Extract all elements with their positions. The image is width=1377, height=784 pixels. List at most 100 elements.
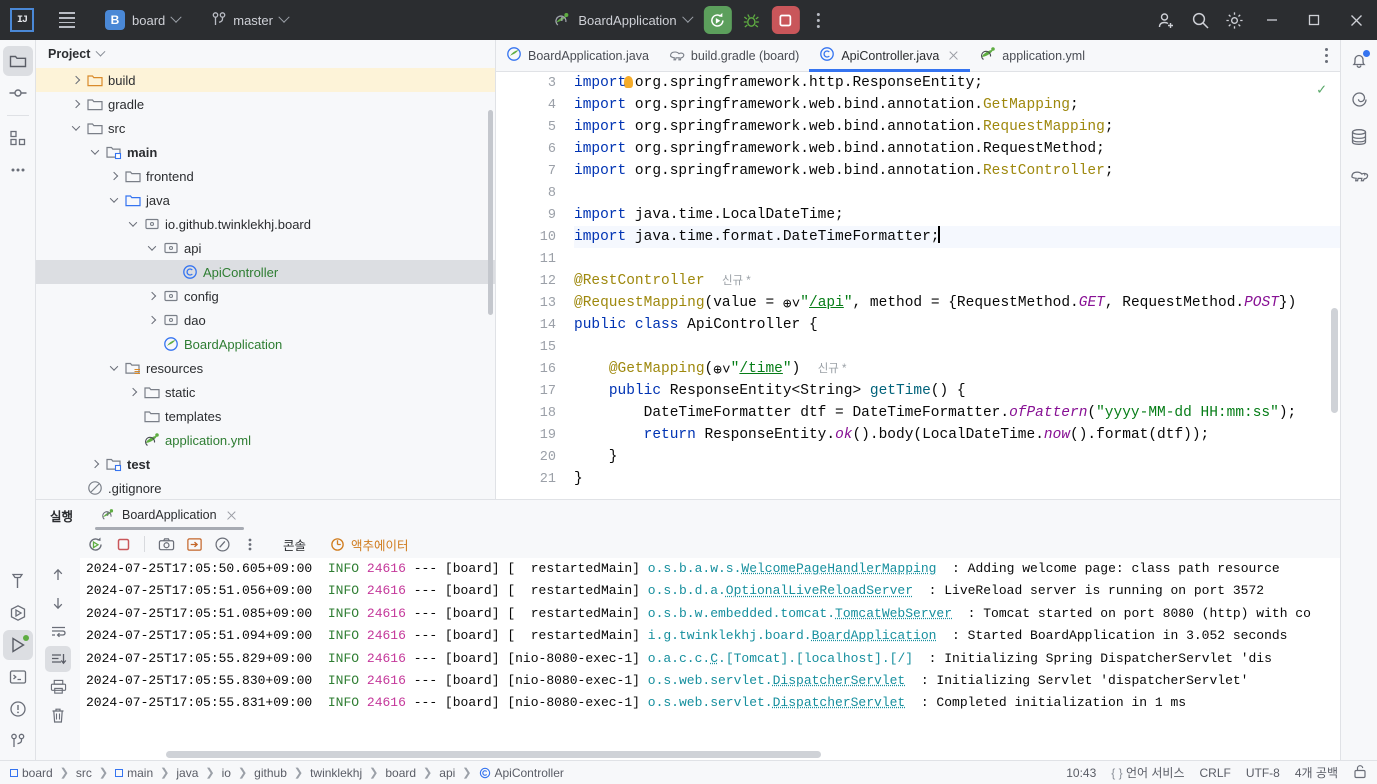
collapse-arrow-icon[interactable] (143, 242, 161, 251)
console-thread-dump-button[interactable] (181, 532, 207, 556)
scroll-down-button[interactable] (45, 590, 71, 616)
breadcrumb-item-java[interactable]: java (176, 766, 198, 780)
run-configuration-selector[interactable]: BoardApplication (547, 8, 697, 32)
code-line-13[interactable]: @RequestMapping(value = ⊕˅"/api", method… (574, 292, 1340, 314)
expand-arrow-icon[interactable] (67, 99, 85, 109)
code-editor[interactable]: 3 4 5 6 7 8 9 10 11 12 13 14 15 16 17 18 19 20 21 import o… (496, 72, 1340, 499)
run-tab-boardapplication[interactable]: BoardApplication (95, 500, 244, 530)
line-number-8[interactable]: 8 (496, 182, 562, 204)
project-tree-scrollbar[interactable] (488, 110, 493, 315)
line-number-14[interactable]: 14 (496, 314, 580, 336)
close-icon[interactable] (225, 509, 238, 522)
line-number-9[interactable]: 9 (496, 204, 562, 226)
line-number-4[interactable]: 4 (496, 94, 562, 116)
expand-arrow-icon[interactable] (143, 315, 161, 325)
line-number-21[interactable]: 21 (496, 468, 562, 490)
sidebar-item-structure[interactable] (3, 123, 33, 153)
line-number-10[interactable]: 10 (496, 226, 562, 248)
tree-node--gitignore[interactable]: .gitignore (36, 476, 495, 499)
breadcrumb-item-api[interactable]: api (439, 766, 455, 780)
code-line-6[interactable]: import org.springframework.web.bind.anno… (574, 138, 1340, 160)
code-line-17[interactable]: public ResponseEntity<String> getTime() … (574, 380, 1340, 402)
run-more-button[interactable] (808, 6, 830, 34)
editor-tab-application-yml[interactable]: application.yml (970, 40, 1095, 71)
indent-setting[interactable]: 4개 공백 (1295, 764, 1338, 781)
maximize-button[interactable] (1293, 0, 1335, 40)
tree-node-dao[interactable]: dao (36, 308, 495, 332)
tree-node-templates[interactable]: templates (36, 404, 495, 428)
code-line-15[interactable] (574, 336, 1340, 358)
close-window-button[interactable] (1335, 0, 1377, 40)
tree-node-apicontroller[interactable]: ApiController (36, 260, 495, 284)
code-line-16[interactable]: @GetMapping(⊕˅"/time") 신규 * (574, 358, 1340, 380)
breadcrumb-item-board[interactable]: board (385, 766, 416, 780)
console-profiler-button[interactable] (209, 532, 235, 556)
clear-all-button[interactable] (45, 702, 71, 728)
settings-button[interactable] (1217, 3, 1251, 37)
breadcrumb-item-twinklekhj[interactable]: twinklekhj (310, 766, 362, 780)
editor-tab-boardapplication-java[interactable]: BoardApplication.java (496, 40, 659, 71)
line-number-3[interactable]: 3 (496, 72, 562, 94)
tree-node-io-github-twinklekhj-board[interactable]: io.github.twinklekhj.board (36, 212, 495, 236)
caret-position[interactable]: 10:43 (1066, 766, 1096, 780)
breadcrumb-item-src[interactable]: src (76, 766, 92, 780)
expand-arrow-icon[interactable] (105, 171, 123, 181)
code-line-9[interactable]: import java.time.LocalDateTime; (574, 204, 1340, 226)
project-tree[interactable]: build gradle src main frontend java io.github.… (36, 68, 495, 499)
tab-actuator[interactable]: 액추에이터 (330, 535, 409, 554)
sidebar-item-notifications[interactable] (1344, 46, 1374, 76)
collapse-arrow-icon[interactable] (105, 194, 123, 203)
editor-options-button[interactable] (1312, 40, 1340, 71)
code-line-8[interactable] (574, 182, 1340, 204)
sidebar-item-commit[interactable] (3, 78, 33, 108)
inspection-status-icon[interactable]: ✓ (1317, 80, 1326, 99)
scroll-to-end-button[interactable] (45, 646, 71, 672)
chevron-down-icon[interactable] (95, 46, 106, 57)
search-button[interactable] (1183, 3, 1217, 37)
tree-node-resources[interactable]: resources (36, 356, 495, 380)
line-number-5[interactable]: 5 (496, 116, 562, 138)
breadcrumb-item-github[interactable]: github (254, 766, 287, 780)
console-more-button[interactable] (237, 532, 263, 556)
tree-node-api[interactable]: api (36, 236, 495, 260)
sidebar-item-services[interactable] (3, 598, 33, 628)
code-line-3[interactable]: import org.springframework.http.Response… (574, 72, 1340, 94)
breadcrumb-item-main[interactable]: main (115, 766, 153, 780)
console-output[interactable]: 2024-07-25T17:05:50.605+09:00 INFO 24616… (80, 558, 1340, 760)
sidebar-item-more[interactable] (3, 155, 33, 185)
sidebar-item-database[interactable] (1344, 122, 1374, 152)
unlocked-padlock-icon[interactable] (1353, 764, 1367, 782)
editor-scrollbar[interactable] (1331, 308, 1338, 413)
collapse-arrow-icon[interactable] (105, 362, 123, 371)
line-number-11[interactable]: 11 (496, 248, 562, 270)
add-user-button[interactable] (1149, 3, 1183, 37)
line-number-6[interactable]: 6 (496, 138, 562, 160)
line-number-13[interactable]: 13 (496, 292, 562, 314)
tree-node-build[interactable]: build (36, 68, 495, 92)
sidebar-item-spring[interactable] (1344, 84, 1374, 114)
language-services[interactable]: { } 언어 서비스 (1111, 764, 1184, 781)
tree-node-java[interactable]: java (36, 188, 495, 212)
code-line-4[interactable]: import org.springframework.web.bind.anno… (574, 94, 1340, 116)
debug-button[interactable] (738, 6, 766, 34)
breadcrumb-item-io[interactable]: io (222, 766, 231, 780)
branch-selector[interactable]: master (206, 9, 294, 31)
collapse-arrow-icon[interactable] (67, 122, 85, 131)
breadcrumb-item-board[interactable]: board (10, 766, 53, 780)
tree-node-gradle[interactable]: gradle (36, 92, 495, 116)
editor-tab-build-gradle-board-[interactable]: build.gradle (board) (659, 40, 809, 71)
line-number-16[interactable]: 16 (496, 358, 562, 380)
tree-node-boardapplication[interactable]: BoardApplication (36, 332, 495, 356)
tree-node-application-yml[interactable]: application.yml (36, 428, 495, 452)
line-number-17[interactable]: 17 (496, 380, 580, 402)
tree-node-frontend[interactable]: frontend (36, 164, 495, 188)
close-icon[interactable] (947, 49, 960, 62)
expand-arrow-icon[interactable] (124, 387, 142, 397)
sidebar-item-gradle[interactable] (1344, 160, 1374, 190)
tree-node-config[interactable]: config (36, 284, 495, 308)
expand-arrow-icon[interactable] (67, 75, 85, 85)
tree-node-src[interactable]: src (36, 116, 495, 140)
code-line-7[interactable]: import org.springframework.web.bind.anno… (574, 160, 1340, 182)
console-stop-button[interactable] (110, 532, 136, 556)
console-horizontal-scrollbar[interactable] (166, 751, 821, 758)
